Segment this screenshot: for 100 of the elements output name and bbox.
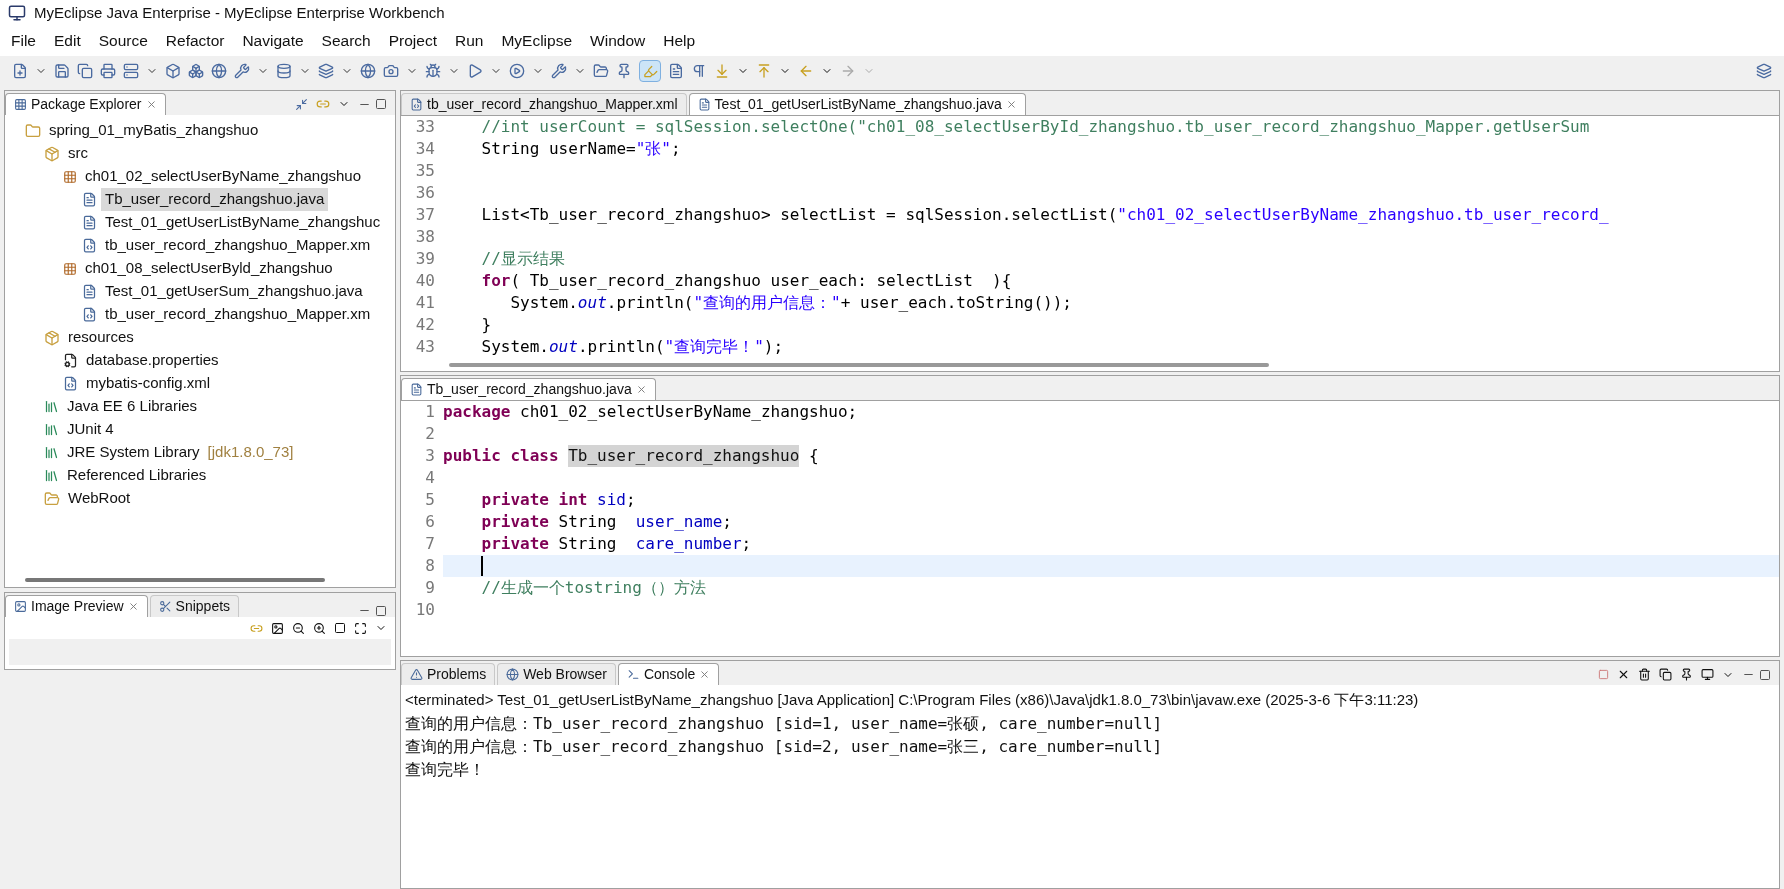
tree-item[interactable]: src xyxy=(64,142,92,165)
image-icon[interactable] xyxy=(271,621,284,635)
tree-item[interactable]: database.properties xyxy=(82,349,223,372)
zoom-in-icon[interactable] xyxy=(313,621,326,635)
clear-icon[interactable] xyxy=(1638,668,1651,681)
code-line: //显示结果 xyxy=(480,248,566,270)
menu-item[interactable]: Search xyxy=(314,29,378,53)
menu-item[interactable]: Window xyxy=(583,29,653,53)
code-line: private int sid; xyxy=(480,489,637,511)
display-console-icon[interactable] xyxy=(1701,668,1714,681)
tree-item[interactable]: resources xyxy=(64,326,138,349)
package-icon xyxy=(63,169,77,184)
pilcrow-icon[interactable] xyxy=(691,63,707,79)
close-icon[interactable] xyxy=(1005,99,1017,110)
panel-tab[interactable]: Test_01_getUserListByName_zhangshuo.java xyxy=(688,93,1026,115)
menu-item[interactable]: Source xyxy=(91,29,155,53)
tree-item[interactable]: mybatis-config.xml xyxy=(82,372,215,395)
full-size-icon[interactable] xyxy=(354,621,367,635)
tree-item[interactable]: Test_01_getUserListByName_zhangshuc xyxy=(101,211,385,234)
code-line: String userName="张"; xyxy=(480,138,682,160)
wrench-icon[interactable] xyxy=(551,63,567,79)
menu-item[interactable]: Run xyxy=(448,29,491,53)
tree-item[interactable]: spring_01_myBatis_zhangshuo xyxy=(45,119,263,142)
fit-icon[interactable] xyxy=(334,622,346,634)
collapse-all-icon[interactable] xyxy=(295,97,308,111)
console-output-line: 查询的用户信息：Tb_user_record_zhangshuo [sid=2, user_name=张三, care_number=null] xyxy=(405,735,1164,758)
tree-item[interactable]: tb_user_record_zhangshuo_Mapper.xm xyxy=(101,234,375,257)
folder-icon[interactable] xyxy=(593,63,609,79)
tree-item[interactable]: tb_user_record_zhangshuo_Mapper.xm xyxy=(101,303,375,326)
remove-launch-icon[interactable] xyxy=(1617,668,1630,681)
new-file-icon[interactable] xyxy=(12,63,28,79)
source-folder-icon xyxy=(44,329,60,346)
cubes-icon[interactable] xyxy=(188,63,204,79)
panel-tab[interactable]: Web Browser xyxy=(497,663,616,685)
scrollbar[interactable] xyxy=(25,578,325,582)
panel-tab[interactable]: Snippets xyxy=(149,595,240,617)
tree-item[interactable]: WebRoot xyxy=(64,487,135,510)
tab-icon xyxy=(14,98,27,111)
scrollbar[interactable] xyxy=(449,363,1269,367)
library-icon xyxy=(44,468,59,483)
perspective-icon[interactable] xyxy=(1756,63,1772,79)
maximize-icon[interactable] xyxy=(1759,668,1771,681)
tree-item[interactable]: Test_01_getUserSum_zhangshuo.java xyxy=(101,280,367,303)
menu-item[interactable]: MyEclipse xyxy=(494,29,580,53)
library-icon xyxy=(44,422,59,437)
zoom-out-icon[interactable] xyxy=(292,621,305,635)
console-output-line: 查询的用户信息：Tb_user_record_zhangshuo [sid=1, user_name=张硕, care_number=null] xyxy=(405,712,1164,735)
code-line: //生成一个tostring（）方法 xyxy=(480,577,707,599)
panel-tab[interactable]: Console xyxy=(617,663,720,685)
menu-item[interactable]: Project xyxy=(381,29,444,53)
tree-item[interactable]: Java EE 6 Libraries xyxy=(63,395,202,418)
menu-item[interactable]: Navigate xyxy=(235,29,311,53)
code-line: List<Tb_user_record_zhangshuo> selectList = sqlSession.selectList("ch01_02_selectUserByName_zhangshuo.tb_user_record_ xyxy=(480,204,1610,226)
code-line: //int userCount = sqlSession.selectOne("ch01_08_selectUserById_zhangshuo.tb_user_record_zhangshuo_Mapper.getUserSum xyxy=(480,116,1591,138)
tree-item[interactable]: ch01_02_selectUserByName_zhangshuo xyxy=(81,165,365,188)
close-icon[interactable] xyxy=(699,669,711,680)
run-icon[interactable] xyxy=(509,63,525,79)
layers-icon[interactable] xyxy=(318,63,334,79)
window-title: MyEclipse Java Enterprise - MyEclipse Enterprise Workbench xyxy=(34,2,445,23)
copy-icon[interactable] xyxy=(1659,668,1672,681)
java-file-icon xyxy=(82,192,97,207)
close-icon[interactable] xyxy=(635,384,647,395)
maximize-icon[interactable] xyxy=(375,604,387,617)
server-icon[interactable] xyxy=(123,63,139,79)
print-icon[interactable] xyxy=(100,63,116,79)
tree-item[interactable]: JUnit 4 xyxy=(63,418,118,441)
tree-item[interactable]: Tb_user_record_zhangshuo.java xyxy=(101,188,329,211)
camera-icon[interactable] xyxy=(383,63,399,79)
package-icon xyxy=(63,261,77,276)
tree-item[interactable]: JRE System Library xyxy=(63,441,204,464)
panel-tab[interactable]: tb_user_record_zhangshuo_Mapper.xml xyxy=(401,93,687,115)
panel-tab[interactable]: Package Explorer xyxy=(5,93,166,115)
code-line: System.out.println("查询完毕！"); xyxy=(480,336,785,358)
maximize-icon[interactable] xyxy=(375,98,387,110)
document-icon[interactable] xyxy=(668,63,684,79)
panel-tab[interactable]: Problems xyxy=(401,663,496,685)
close-icon[interactable] xyxy=(127,601,139,612)
tree-item[interactable]: ch01_08_selectUserByld_zhangshuo xyxy=(81,257,337,280)
highlight-toggle[interactable] xyxy=(639,60,661,82)
menu-item[interactable]: Edit xyxy=(47,29,88,53)
panel-tab[interactable]: Tb_user_record_zhangshuo.java xyxy=(401,378,656,400)
run-icon[interactable] xyxy=(467,63,483,79)
menu-item[interactable]: Help xyxy=(656,29,703,53)
database-icon[interactable] xyxy=(276,63,292,79)
close-icon[interactable] xyxy=(145,99,157,110)
panel-tab[interactable]: Image Preview xyxy=(5,595,148,617)
xml-file-icon xyxy=(82,238,97,253)
debug-icon[interactable] xyxy=(425,63,441,79)
save-icon[interactable] xyxy=(54,63,70,79)
tree-item[interactable]: Referenced Libraries xyxy=(63,464,211,487)
globe-icon[interactable] xyxy=(211,63,227,79)
tab-icon xyxy=(626,668,640,681)
xml-file-icon xyxy=(82,307,97,322)
console-header: <terminated> Test_01_getUserListByName_zhangshuo [Java Application] C:\Program Files (x86)\Java\jdk1.8.0_73\bin\javaw.exe (2025-3-6 下午3:11:23) xyxy=(405,690,1420,710)
cube-icon[interactable] xyxy=(165,63,181,79)
menu-item[interactable]: Refactor xyxy=(158,29,232,53)
pin-icon[interactable] xyxy=(1680,668,1693,681)
wrench-icon[interactable] xyxy=(234,63,250,79)
menu-item[interactable]: File xyxy=(4,29,43,53)
globe-icon[interactable] xyxy=(360,63,376,79)
